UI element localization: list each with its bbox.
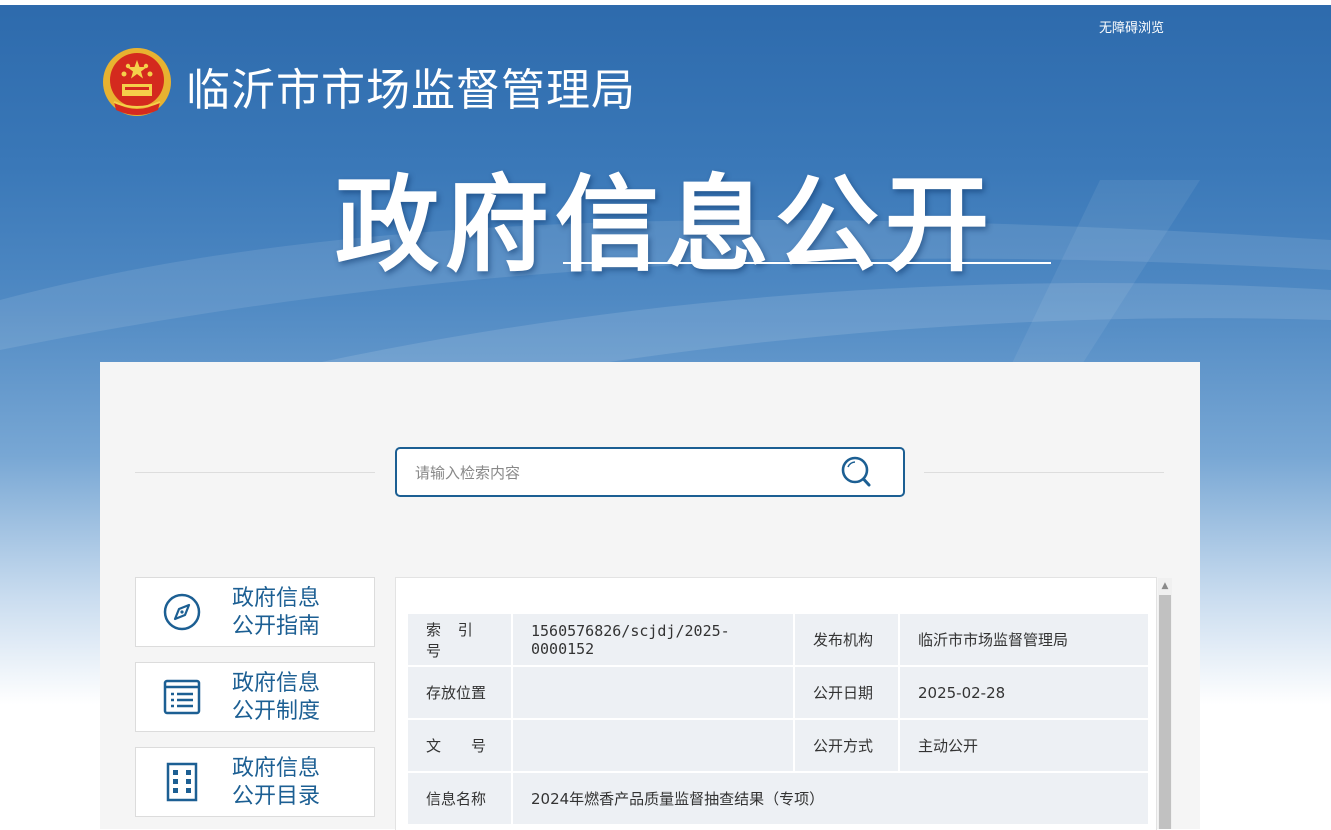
sidebar-item-label-line1: 政府信息 [232,671,321,696]
sidebar-item-label: 政府信息 公开指南 [232,585,352,641]
sidebar-item-label-line1: 政府信息 [232,756,321,781]
sidebar-item-label: 政府信息 公开目录 [232,755,352,811]
disclosure-method-value: 主动公开 [898,718,1150,773]
search-divider-right [924,472,1164,473]
sidebar-item-guide[interactable]: 政府信息 公开指南 [135,577,375,647]
document-number-value [511,718,795,773]
site-name: 临沂市市场监督管理局 [186,65,636,116]
index-number-label: 索 引 号 [406,612,513,667]
sidebar-item-catalog[interactable]: 政府信息 公开目录 [135,747,375,817]
sidebar-item-system[interactable]: 政府信息 公开制度 [135,662,375,732]
publisher-label: 发布机构 [793,612,900,667]
sidebar-item-label-line2: 公开制度 [232,699,321,724]
publisher-value: 临沂市市场监督管理局 [898,612,1150,667]
search-input[interactable] [413,449,817,497]
info-name-label: 信息名称 [406,771,513,826]
search-divider-left [135,472,375,473]
accessibility-link[interactable]: 无障碍浏览 [1099,17,1164,36]
index-number-value: 1560576826/scjdj/2025-0000152 [511,612,795,667]
table-row: 信息名称 2024年燃香产品质量监督抽查结果（专项） [406,771,1150,826]
publish-date-label: 公开日期 [793,665,900,720]
scrollbar-thumb[interactable] [1159,595,1171,829]
disclosure-method-label: 公开方式 [793,718,900,773]
title-underline [563,262,1051,264]
document-number-label: 文 号 [406,718,513,773]
search-box [395,447,905,497]
table-row: 存放位置 公开日期 2025-02-28 [406,665,1150,720]
sidebar-item-label-line2: 公开指南 [232,614,321,639]
sidebar-item-label-line1: 政府信息 [232,586,321,611]
compass-icon [163,593,201,631]
catalog-grid-icon [166,762,198,802]
section-title: 政府信息公开 [335,164,996,286]
storage-location-label: 存放位置 [406,665,513,720]
sidebar-item-label: 政府信息 公开制度 [232,670,352,726]
scroll-up-arrow-icon[interactable]: ▲ [1158,578,1172,594]
info-name-value: 2024年燃香产品质量监督抽查结果（专项） [511,771,1150,826]
national-emblem-icon [103,48,171,116]
top-white-line [0,0,1331,5]
table-row: 文 号 公开方式 主动公开 [406,718,1150,773]
sidebar-item-label-line2: 公开目录 [232,784,321,809]
table-row: 索 引 号 1560576826/scjdj/2025-0000152 发布机构… [406,612,1150,667]
publish-date-value: 2025-02-28 [898,665,1150,720]
search-icon[interactable] [837,455,877,489]
info-table: 索 引 号 1560576826/scjdj/2025-0000152 发布机构… [406,612,1150,826]
document-list-icon [163,679,201,715]
storage-location-value [511,665,795,720]
